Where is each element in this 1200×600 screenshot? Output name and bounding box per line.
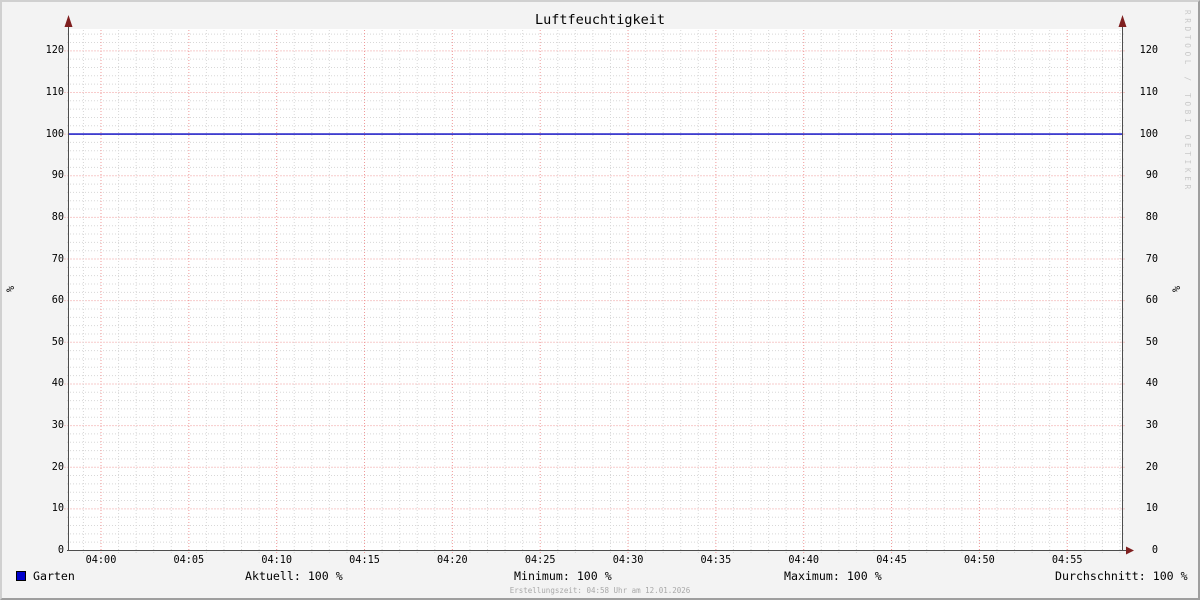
y-tick-label-left: 30 [51,420,64,432]
x-tick-label: 04:35 [700,555,732,566]
y-tick-label-right: 80 [1145,211,1158,223]
creation-time: Erstellungszeit: 04:58 Uhr am 12.01.2026 [509,586,691,595]
y-tick-label-left: 60 [51,295,64,307]
y-tick-label-right: 70 [1145,253,1158,265]
x-tick-label: 04:15 [349,555,380,566]
y-tick-label-left: 0 [57,545,64,556]
y-tick-label-right: 0 [1151,545,1158,556]
y-axis-unit-left: % [6,285,17,293]
y-tick-label-left: 120 [45,45,64,57]
y-tick-label-left: 10 [51,503,64,515]
x-tick-label: 04:45 [876,555,907,566]
y-tick-label-left: 100 [45,128,64,140]
x-tick-label: 04:05 [173,555,205,566]
x-tick-label: 04:30 [612,555,644,566]
x-tick-label: 04:25 [524,555,556,566]
y-tick-label-left: 20 [51,461,64,473]
y-tick-label-left: 40 [51,378,64,390]
x-tick-label: 04:55 [1051,555,1083,566]
x-tick-label: 04:20 [437,555,468,566]
y-tick-label-right: 10 [1145,503,1158,515]
y-axis-unit-right: % [1172,285,1183,293]
x-tick-label: 04:10 [261,555,292,566]
y-tick-label-right: 100 [1139,128,1158,140]
y-tick-label-left: 90 [51,170,64,182]
y-tick-label-right: 50 [1145,336,1158,348]
plot-area [64,15,1134,555]
x-tick-label: 04:00 [85,555,117,566]
y-tick-label-right: 40 [1145,378,1158,390]
y-tick-label-right: 90 [1145,170,1158,182]
x-tick-label: 04:40 [788,555,820,566]
y-tick-label-left: 80 [51,211,64,223]
y-tick-label-right: 120 [1139,45,1158,57]
rrdtool-watermark: RRDTOOL / TOBI OETIKER [1183,10,1192,193]
y-tick-label-left: 70 [51,253,64,265]
y-tick-label-left: 50 [51,336,64,348]
y-tick-label-left: 110 [45,86,64,98]
rrdtool-graph: Luftfeuchtigkeit 0 10 20 30 40 50 60 70 80 90 100 1… [0,0,1200,600]
y-tick-label-right: 20 [1145,461,1158,473]
x-tick-label: 04:50 [964,555,995,566]
y-tick-label-right: 60 [1145,295,1158,307]
y-tick-label-right: 110 [1139,86,1158,98]
y-tick-label-right: 30 [1145,420,1158,432]
